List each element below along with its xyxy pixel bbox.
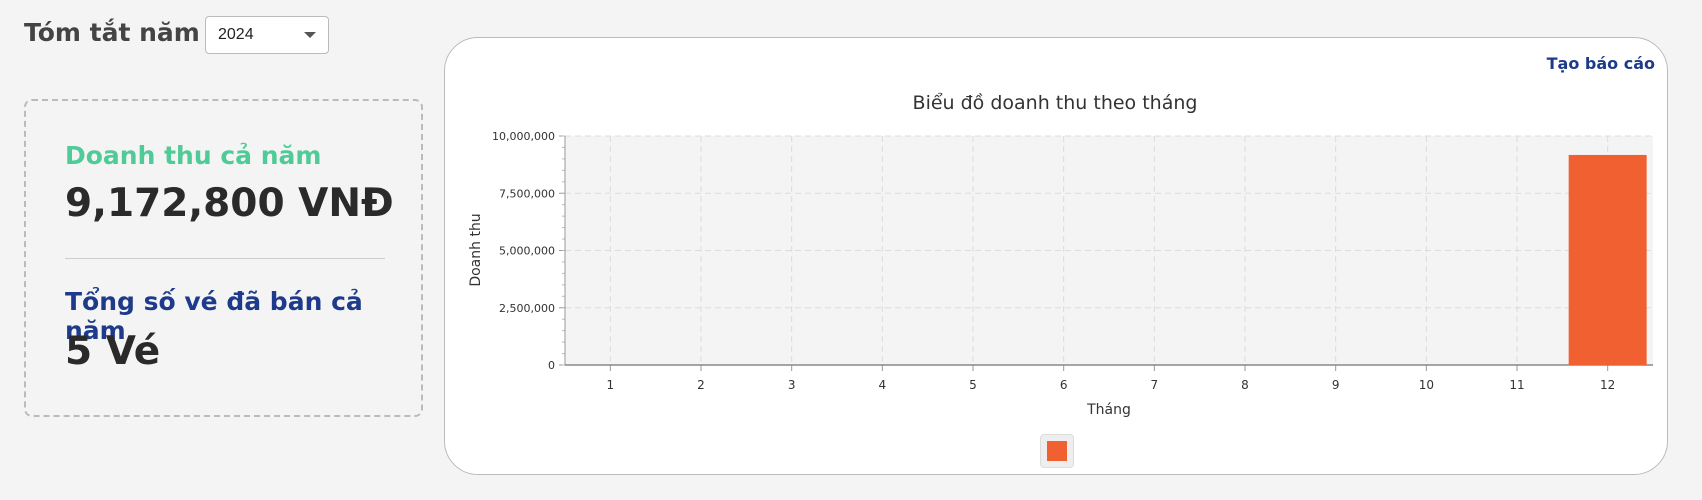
- revenue-value: 9,172,800 VNĐ: [65, 181, 394, 226]
- chevron-down-icon: [304, 32, 316, 38]
- revenue-bar-chart: Biểu đồ doanh thu theo tháng 1 2 3 4 5 6 7 8 9 10…: [468, 92, 1653, 418]
- x-tick-label: 5: [969, 378, 977, 392]
- x-tick-label: 8: [1241, 378, 1249, 392]
- chart-panel: Tạo báo cáo Biểu đồ doanh thu theo tháng…: [444, 37, 1668, 475]
- chart-title: Biểu đồ doanh thu theo tháng: [913, 92, 1198, 114]
- x-tick-label: 3: [788, 378, 796, 392]
- revenue-label: Doanh thu cả năm: [65, 141, 322, 170]
- legend-swatch: [1047, 441, 1067, 461]
- page-title: Tóm tắt năm: [24, 18, 200, 47]
- x-tick-labels: 1 2 3 4 5 6 7 8 9 10 11 12: [607, 378, 1616, 392]
- y-axis-label: Doanh thu: [468, 213, 484, 286]
- y-tick-labels: 0 2,500,000 5,000,000 7,500,000 10,000,000: [492, 130, 555, 372]
- x-tick-label: 12: [1600, 378, 1615, 392]
- year-select-value: 2024: [218, 26, 254, 43]
- y-tick-label: 2,500,000: [499, 302, 555, 315]
- x-tick-label: 6: [1060, 378, 1068, 392]
- x-tick-label: 4: [879, 378, 887, 392]
- y-tick-label: 0: [548, 359, 555, 372]
- x-tick-label: 1: [607, 378, 615, 392]
- chart-bars: [1568, 154, 1647, 365]
- x-axis-label: Tháng: [1086, 402, 1131, 418]
- tickets-value: 5 Vé: [65, 329, 161, 374]
- x-tick-label: 11: [1509, 378, 1524, 392]
- y-tick-label: 10,000,000: [492, 130, 555, 143]
- summary-divider: [65, 258, 385, 259]
- chart-legend[interactable]: [1040, 434, 1074, 468]
- y-tick-label: 7,500,000: [499, 187, 555, 200]
- year-select[interactable]: 2024: [205, 16, 329, 54]
- summary-card: Doanh thu cả năm 9,172,800 VNĐ Tổng số v…: [24, 99, 423, 417]
- x-tick-label: 7: [1151, 378, 1159, 392]
- y-tick-label: 5,000,000: [499, 245, 555, 258]
- x-tick-label: 10: [1419, 378, 1434, 392]
- x-tick-label: 2: [697, 378, 705, 392]
- bar-month-12[interactable]: [1568, 154, 1647, 365]
- x-tick-label: 9: [1332, 378, 1340, 392]
